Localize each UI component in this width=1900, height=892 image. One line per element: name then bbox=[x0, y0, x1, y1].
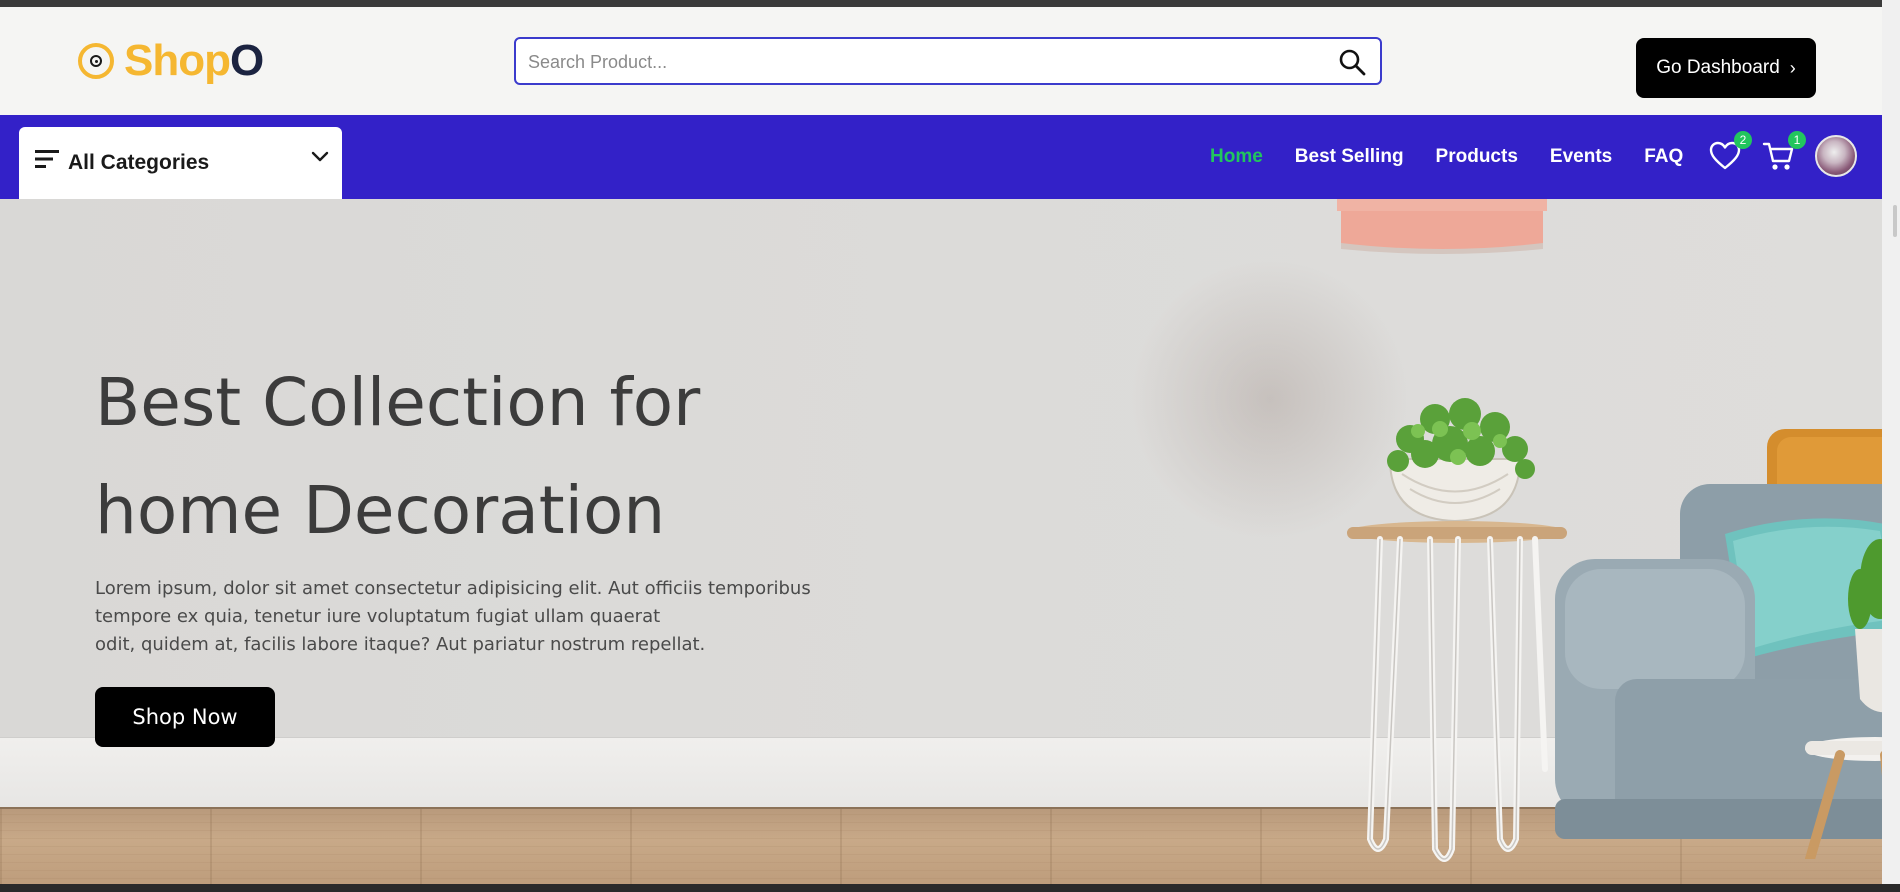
main-navbar: All Categories Home Best Selling Product… bbox=[0, 115, 1900, 199]
hero-title-line1: Best Collection for bbox=[95, 364, 701, 441]
all-categories-label: All Categories bbox=[68, 151, 210, 174]
pendant-lamp-image bbox=[1337, 199, 1547, 254]
hero-desc-line3: odit, quidem at, facilis labore itaque? … bbox=[95, 634, 706, 655]
brand-name-part2: O bbox=[229, 36, 264, 85]
search-icon[interactable] bbox=[1338, 48, 1366, 76]
side-table-plant-image bbox=[1347, 398, 1567, 862]
hero-banner: Best Collection for home Decoration Lore… bbox=[0, 199, 1900, 885]
page: ShopO Go Dashboard › All Categories bbox=[0, 0, 1900, 892]
brand-logo[interactable]: ShopO bbox=[78, 36, 264, 86]
hero-desc-line1: Lorem ipsum, dolor sit amet consectetur … bbox=[95, 578, 811, 599]
hero-title-line2: home Decoration bbox=[95, 472, 666, 549]
target-logo-icon bbox=[78, 43, 114, 79]
brand-name: ShopO bbox=[124, 36, 264, 86]
user-avatar[interactable] bbox=[1815, 135, 1857, 177]
shop-now-button[interactable]: Shop Now bbox=[95, 687, 275, 747]
sofa-image bbox=[1555, 429, 1900, 859]
nav-link-faq[interactable]: FAQ bbox=[1644, 146, 1683, 168]
site-header: ShopO Go Dashboard › bbox=[0, 7, 1900, 115]
page-scrollbar[interactable] bbox=[1882, 0, 1900, 884]
hero-description: Lorem ipsum, dolor sit amet consectetur … bbox=[95, 575, 875, 659]
nav-link-home[interactable]: Home bbox=[1210, 146, 1263, 168]
window-bottom-strip bbox=[0, 884, 1900, 892]
window-top-strip bbox=[0, 0, 1900, 7]
go-dashboard-label: Go Dashboard bbox=[1656, 57, 1780, 78]
cart-button[interactable]: 1 bbox=[1762, 131, 1806, 175]
wishlist-button[interactable]: 2 bbox=[1708, 131, 1752, 175]
scrollbar-thumb[interactable] bbox=[1893, 205, 1897, 237]
go-dashboard-button[interactable]: Go Dashboard › bbox=[1636, 38, 1816, 98]
nav-links: Home Best Selling Products Events FAQ bbox=[1210, 115, 1683, 199]
search-input[interactable] bbox=[526, 39, 1320, 85]
nav-link-products[interactable]: Products bbox=[1436, 146, 1518, 168]
hero-title: Best Collection for home Decoration bbox=[95, 349, 855, 565]
nav-link-best-selling[interactable]: Best Selling bbox=[1295, 146, 1404, 168]
search-box bbox=[514, 37, 1382, 85]
all-categories-dropdown[interactable]: All Categories bbox=[19, 127, 342, 199]
nav-link-events[interactable]: Events bbox=[1550, 146, 1612, 168]
wishlist-count-badge: 2 bbox=[1734, 131, 1752, 149]
chevron-down-icon bbox=[311, 151, 329, 162]
cart-count-badge: 1 bbox=[1788, 131, 1806, 149]
hero-desc-line2: tempore ex quia, tenetur iure voluptatum… bbox=[95, 606, 661, 627]
brand-name-part1: Shop bbox=[124, 36, 231, 85]
sort-lines-icon bbox=[35, 150, 59, 168]
chevron-right-icon: › bbox=[1789, 57, 1796, 78]
